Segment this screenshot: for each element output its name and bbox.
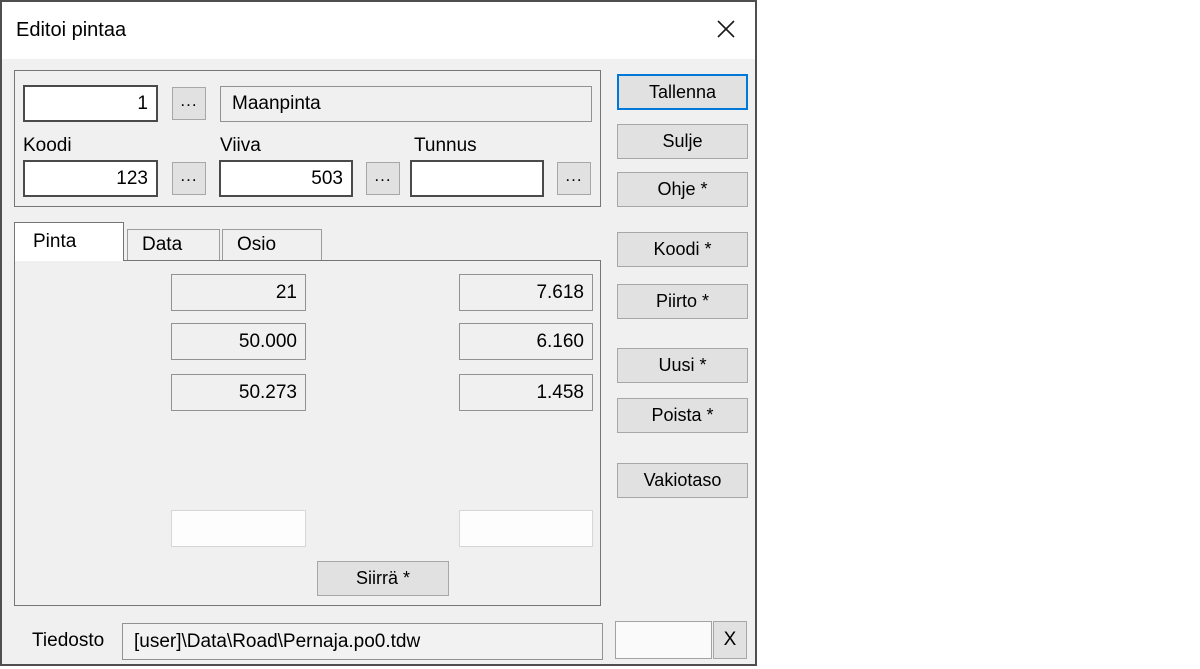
tab-pinta-label: Pinta [33,231,77,252]
pisteita-value: 21 [171,274,306,311]
edit-surface-dialog: Editoi pintaa ... Maanpinta Koodi Viiva … [0,0,757,666]
viiva-input[interactable] [219,160,353,197]
dz-input[interactable] [459,510,593,547]
ohje-button[interactable]: Ohje * [617,172,748,207]
sulje-button[interactable]: Sulje [617,124,748,159]
tab-osio-label: Osio [237,234,277,255]
minimi-z-value: 6.160 [459,323,593,360]
da-input[interactable] [171,510,306,547]
tiedosto-label: Tiedosto [32,630,105,651]
titlebar[interactable]: Editoi pintaa [2,2,755,59]
piirto-button[interactable]: Piirto * [617,284,748,319]
pituus-xy-value: 50.000 [171,323,306,360]
pituus-xyz-value: 50.273 [171,374,306,411]
surface-id-browse-button[interactable]: ... [172,87,206,120]
close-icon [715,18,737,45]
maksimi-z-value: 7.618 [459,274,593,311]
tunnus-browse-button[interactable]: ... [557,162,591,195]
siirra-button[interactable]: Siirrä * [317,561,449,596]
surface-id-input[interactable] [23,85,158,122]
koodi-browse-button[interactable]: ... [172,162,206,195]
viiva-label: Viiva [220,135,261,156]
uusi-button[interactable]: Uusi * [617,348,748,383]
koodi-button[interactable]: Koodi * [617,232,748,267]
tab-osio[interactable]: Osio [222,229,322,260]
tallenna-button[interactable]: Tallenna [617,74,748,110]
file-path-field: [user]\Data\Road\Pernaja.po0.tdw [122,623,603,660]
tunnus-label: Tunnus [414,135,477,156]
clear-file-button[interactable]: X [713,621,747,659]
screen: Editoi pintaa ... Maanpinta Koodi Viiva … [0,0,1200,669]
surface-name-field: Maanpinta [220,86,592,122]
dialog-title: Editoi pintaa [16,19,127,41]
pinta-tab-panel [14,260,601,606]
viiva-browse-button[interactable]: ... [366,162,400,195]
tab-pinta[interactable]: Pinta [14,222,124,261]
vakiotaso-button[interactable]: Vakiotaso [617,463,748,498]
tab-data-label: Data [142,234,183,255]
koodi-input[interactable] [23,160,158,197]
koodi-label: Koodi [23,135,72,156]
tab-data[interactable]: Data [127,229,220,260]
korkeusero-value: 1.458 [459,374,593,411]
tunnus-input[interactable] [410,160,544,197]
close-button[interactable] [707,12,745,50]
poista-button[interactable]: Poista * [617,398,748,433]
footer-extra-field [615,621,712,659]
